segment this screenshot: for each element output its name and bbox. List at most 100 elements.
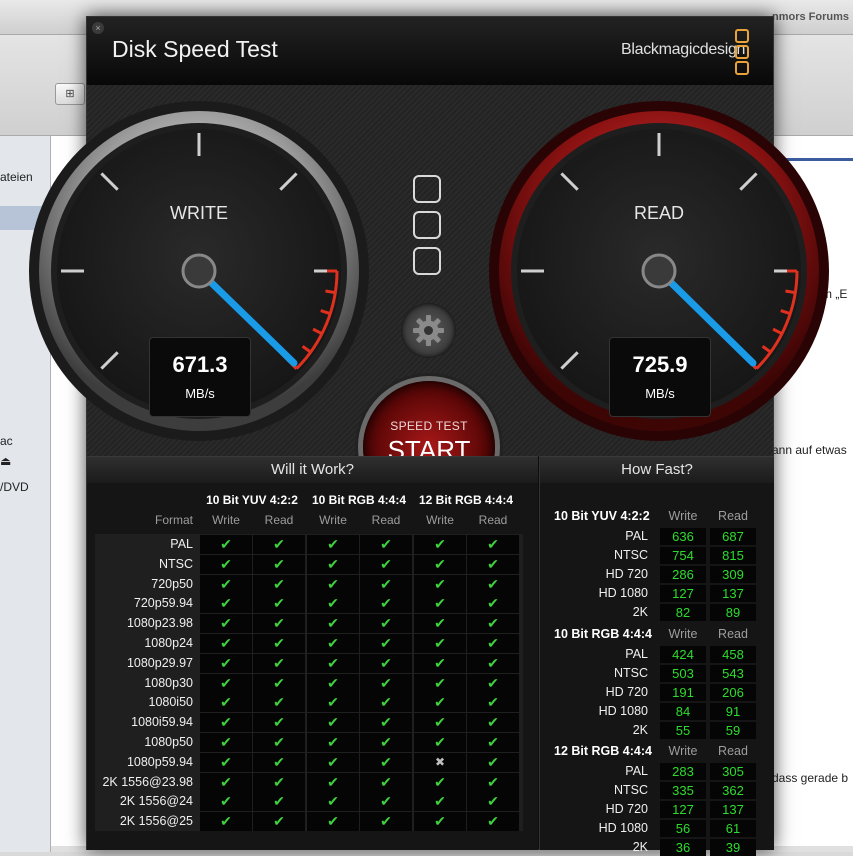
gauge-redline-tick — [325, 289, 336, 295]
how-fast-write-value: 191 — [660, 684, 706, 701]
check-icon: ✔ — [380, 694, 392, 711]
how-fast-write-value: 127 — [660, 801, 706, 818]
check-icon: ✔ — [220, 575, 232, 592]
how-fast-write-value: 636 — [660, 528, 706, 545]
check-icon: ✔ — [327, 575, 339, 592]
will-it-work-sub-header: Write — [212, 513, 240, 527]
how-fast-write-value: 754 — [660, 547, 706, 564]
how-fast-read-value: 206 — [710, 684, 756, 701]
write-speed-unit: MB/s — [185, 386, 215, 401]
check-icon: ✔ — [273, 595, 285, 612]
write-gauge-label: WRITE — [170, 203, 228, 223]
how-fast-write-value: 286 — [660, 566, 706, 583]
check-icon: ✔ — [220, 674, 232, 691]
read-readout: 725.9 MB/s — [609, 337, 711, 417]
check-icon: ✔ — [327, 753, 339, 770]
how-fast-write-value: 127 — [660, 585, 706, 602]
how-fast-format-label: NTSC — [613, 783, 648, 797]
how-fast-format-label: HD 720 — [605, 685, 648, 699]
check-icon: ✔ — [220, 635, 232, 651]
how-fast-write-header: Write — [668, 627, 698, 641]
check-icon: ✔ — [487, 813, 499, 830]
check-icon: ✔ — [380, 734, 392, 750]
check-icon: ✔ — [380, 555, 392, 572]
check-icon: ✔ — [327, 793, 339, 810]
how-fast-format-label: PAL — [625, 529, 648, 543]
how-fast-write-value: 84 — [660, 703, 706, 720]
check-icon: ✔ — [380, 595, 392, 612]
blackmagic-logo-icon — [413, 175, 441, 283]
check-icon: ✔ — [273, 753, 285, 770]
check-icon: ✔ — [380, 654, 392, 671]
check-icon: ✔ — [273, 615, 285, 632]
how-fast-read-value: 543 — [710, 665, 756, 682]
will-it-work-sub-header: Write — [319, 513, 347, 527]
check-icon: ✔ — [487, 536, 499, 552]
how-fast-format-label: 2K — [632, 723, 648, 737]
check-icon: ✔ — [487, 753, 499, 770]
check-icon: ✔ — [273, 654, 285, 671]
check-icon: ✔ — [380, 793, 392, 810]
check-icon: ✔ — [220, 615, 232, 632]
how-fast-title: How Fast? — [540, 457, 774, 483]
check-icon: ✔ — [487, 773, 499, 790]
check-icon: ✔ — [380, 773, 392, 790]
check-icon: ✔ — [327, 694, 339, 711]
check-icon: ✔ — [380, 575, 392, 592]
check-icon: ✔ — [434, 694, 446, 711]
how-fast-write-value: 503 — [660, 665, 706, 682]
check-icon: ✔ — [487, 674, 499, 691]
check-icon: ✔ — [434, 813, 446, 830]
format-label: 720p50 — [151, 576, 193, 591]
format-label: 1080p23.98 — [126, 616, 193, 631]
how-fast-write-header: Write — [668, 509, 698, 523]
how-fast-write-value: 424 — [660, 646, 706, 663]
how-fast-read-value: 815 — [710, 547, 756, 564]
how-fast-format-label: HD 1080 — [598, 821, 648, 835]
how-fast-format-label: PAL — [625, 764, 648, 778]
how-fast-format-label: 2K — [632, 605, 648, 619]
format-label: 1080p50 — [144, 735, 193, 749]
check-icon: ✔ — [487, 793, 499, 810]
settings-button[interactable] — [401, 303, 456, 358]
check-icon: ✔ — [273, 813, 285, 830]
how-fast-write-value: 36 — [660, 839, 706, 856]
check-icon: ✔ — [273, 635, 285, 651]
gauge-redline-tick — [785, 289, 796, 295]
format-label: 2K 1556@25 — [119, 814, 193, 829]
cross-icon: ✖ — [434, 754, 446, 769]
format-label: 1080p24 — [144, 636, 193, 650]
how-fast-read-header: Read — [718, 627, 748, 641]
check-icon: ✔ — [327, 734, 339, 750]
how-fast-format-label: PAL — [625, 647, 648, 661]
how-fast-group-header: 12 Bit RGB 4:4:4 — [554, 744, 652, 758]
check-icon: ✔ — [273, 674, 285, 691]
read-gauge-label: READ — [633, 203, 684, 223]
check-icon: ✔ — [327, 555, 339, 572]
how-fast-read-header: Read — [718, 509, 748, 523]
will-it-work-group-header: 10 Bit RGB 4:4:4 — [311, 493, 407, 507]
will-it-work-sub-header: Write — [426, 513, 454, 527]
check-icon: ✔ — [220, 734, 232, 750]
how-fast-write-value: 335 — [660, 782, 706, 799]
how-fast-read-value: 59 — [710, 722, 756, 739]
how-fast-format-label: HD 1080 — [598, 586, 648, 600]
check-icon: ✔ — [327, 595, 339, 612]
check-icon: ✔ — [380, 536, 392, 552]
gear-icon — [413, 315, 444, 346]
how-fast-read-value: 305 — [710, 763, 756, 780]
format-label: 2K 1556@23.98 — [102, 774, 193, 789]
write-speed-value: 671.3 — [172, 352, 228, 377]
how-fast-read-value: 362 — [710, 782, 756, 799]
format-label: 1080p29.97 — [126, 655, 193, 670]
check-icon: ✔ — [220, 555, 232, 572]
format-column-header: Format — [154, 513, 193, 527]
check-icon: ✔ — [487, 555, 499, 572]
check-icon: ✔ — [327, 674, 339, 691]
format-label: 1080i50 — [148, 695, 194, 710]
check-icon: ✔ — [487, 575, 499, 592]
check-icon: ✔ — [434, 635, 446, 651]
will-it-work-sub-header: Read — [478, 513, 508, 527]
will-it-work-sub-header: Read — [264, 513, 294, 527]
check-icon: ✔ — [273, 793, 285, 810]
